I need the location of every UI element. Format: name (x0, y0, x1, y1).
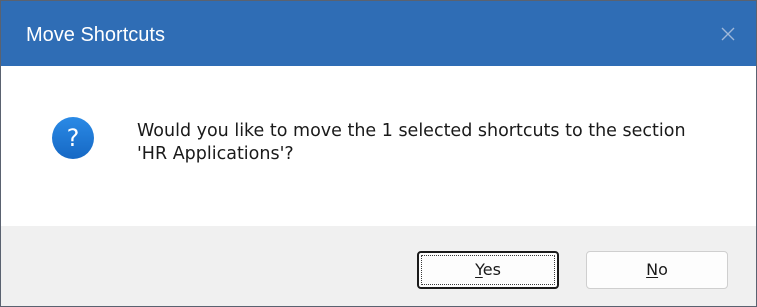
close-button[interactable] (708, 14, 748, 54)
yes-button-label: Yes (475, 260, 501, 279)
question-icon: ? (51, 116, 95, 160)
svg-text:?: ? (67, 124, 80, 152)
move-shortcuts-dialog: Move Shortcuts ? Would you like to move (0, 0, 757, 307)
title-bar[interactable]: Move Shortcuts (1, 1, 756, 66)
message-area: ? Would you like to move the 1 selected … (1, 66, 756, 226)
message-text: Would you like to move the 1 selected sh… (137, 121, 686, 164)
yes-button[interactable]: Yes (417, 251, 559, 289)
close-icon (721, 27, 735, 41)
window-title: Move Shortcuts (26, 24, 165, 46)
no-button-label: No (646, 260, 668, 279)
button-bar: Yes No (1, 226, 756, 306)
no-button[interactable]: No (586, 251, 728, 289)
